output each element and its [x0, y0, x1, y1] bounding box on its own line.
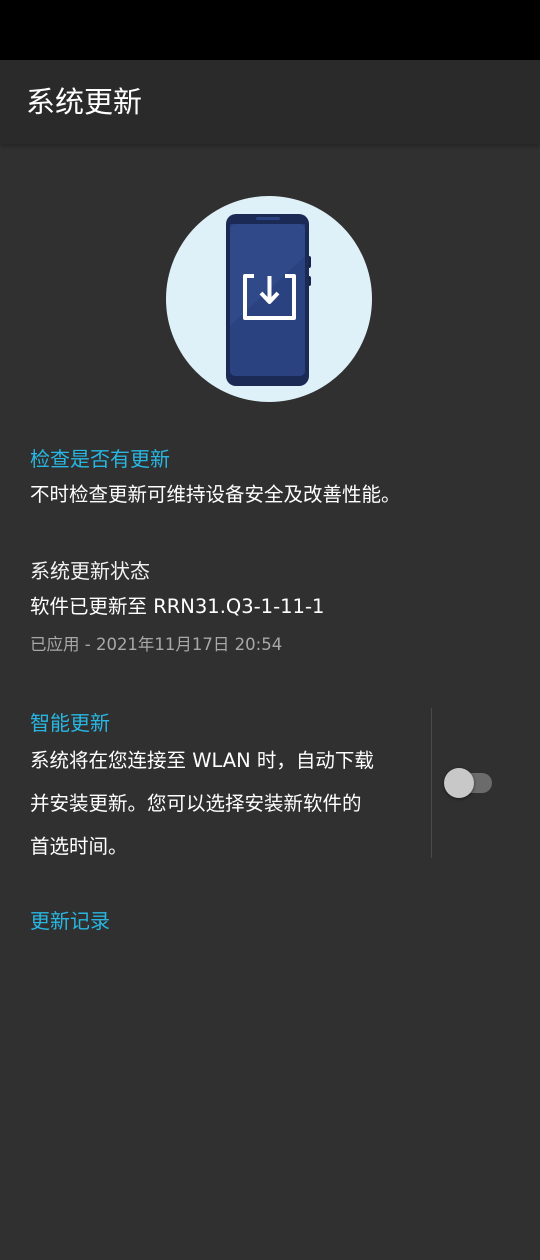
smart-update-description: 系统将在您连接至 WLAN 时，自动下载 并安装更新。您可以选择安装新软件的 首… — [30, 739, 405, 868]
phone-download-icon — [166, 196, 372, 402]
check-update-title[interactable]: 检查是否有更新 — [30, 445, 500, 473]
smart-update-description-line: 系统将在您连接至 WLAN 时，自动下载 — [30, 749, 374, 772]
app-bar: 系统更新 — [0, 60, 540, 144]
update-history-link[interactable]: 更新记录 — [30, 907, 500, 935]
status-bar — [0, 0, 540, 60]
check-update-description: 不时检查更新可维持设备安全及改善性能。 — [30, 483, 401, 506]
page-title: 系统更新 — [26, 85, 143, 119]
smart-update-section[interactable]: 智能更新 系统将在您连接至 WLAN 时，自动下载 并安装更新。您可以选择安装新… — [30, 709, 410, 868]
smart-update-toggle[interactable] — [444, 768, 494, 798]
update-status-section: 系统更新状态 软件已更新至 RRN31.Q3-1-11-1 已应用 - 2021… — [30, 557, 500, 657]
check-update-section[interactable]: 检查是否有更新 不时检查更新可维持设备安全及改善性能。 — [30, 445, 500, 509]
update-history-label[interactable]: 更新记录 — [30, 907, 500, 935]
installed-version-text: 软件已更新至 RRN31.Q3-1-11-1 — [30, 595, 325, 618]
applied-date-text: 已应用 - 2021年11月17日 20:54 — [30, 635, 283, 654]
divider — [431, 708, 432, 858]
smart-update-description-line: 并安装更新。您可以选择安装新软件的 — [30, 792, 362, 815]
update-status-title: 系统更新状态 — [30, 559, 150, 583]
smart-update-title[interactable]: 智能更新 — [30, 709, 410, 737]
toggle-thumb — [444, 768, 474, 798]
smart-update-description-line: 首选时间。 — [30, 835, 128, 858]
